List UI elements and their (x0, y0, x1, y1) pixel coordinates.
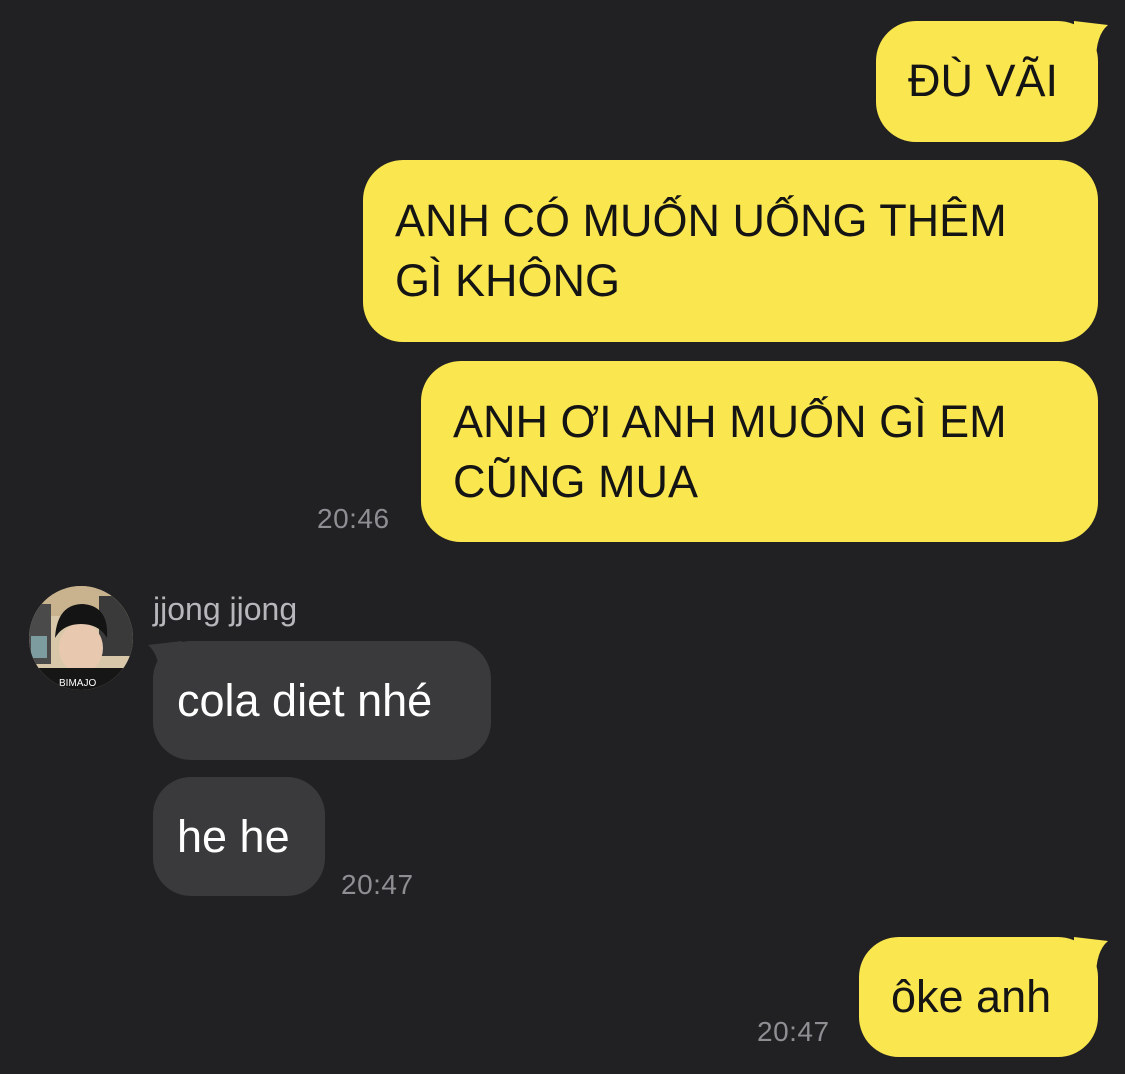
chat-view: ĐÙ VÃI ANH CÓ MUỐN UỐNG THÊM GÌ KHÔNG AN… (0, 0, 1125, 1074)
avatar[interactable]: BIMAJO (29, 586, 133, 690)
outgoing-message-bubble[interactable]: ANH ƠI ANH MUỐN GÌ EM CŨNG MUA (421, 361, 1098, 542)
bubble-tail-icon (1074, 21, 1108, 61)
message-timestamp: 20:46 (317, 503, 390, 534)
bubble-tail-icon (1074, 937, 1108, 977)
svg-text:BIMAJO: BIMAJO (59, 678, 96, 689)
message-timestamp: 20:47 (341, 869, 414, 900)
message-timestamp: 20:47 (757, 1016, 830, 1047)
bubble-tail-icon (148, 641, 182, 681)
outgoing-message-bubble[interactable]: ĐÙ VÃI (876, 21, 1098, 142)
incoming-message-bubble[interactable]: he he (153, 777, 325, 896)
outgoing-message-bubble[interactable]: ôke anh (859, 937, 1098, 1057)
incoming-message-bubble[interactable]: cola diet nhé (153, 641, 491, 760)
sender-name[interactable]: jjong jjong (153, 591, 297, 628)
outgoing-message-bubble[interactable]: ANH CÓ MUỐN UỐNG THÊM GÌ KHÔNG (363, 160, 1098, 342)
avatar-photo-icon: BIMAJO (29, 586, 133, 690)
